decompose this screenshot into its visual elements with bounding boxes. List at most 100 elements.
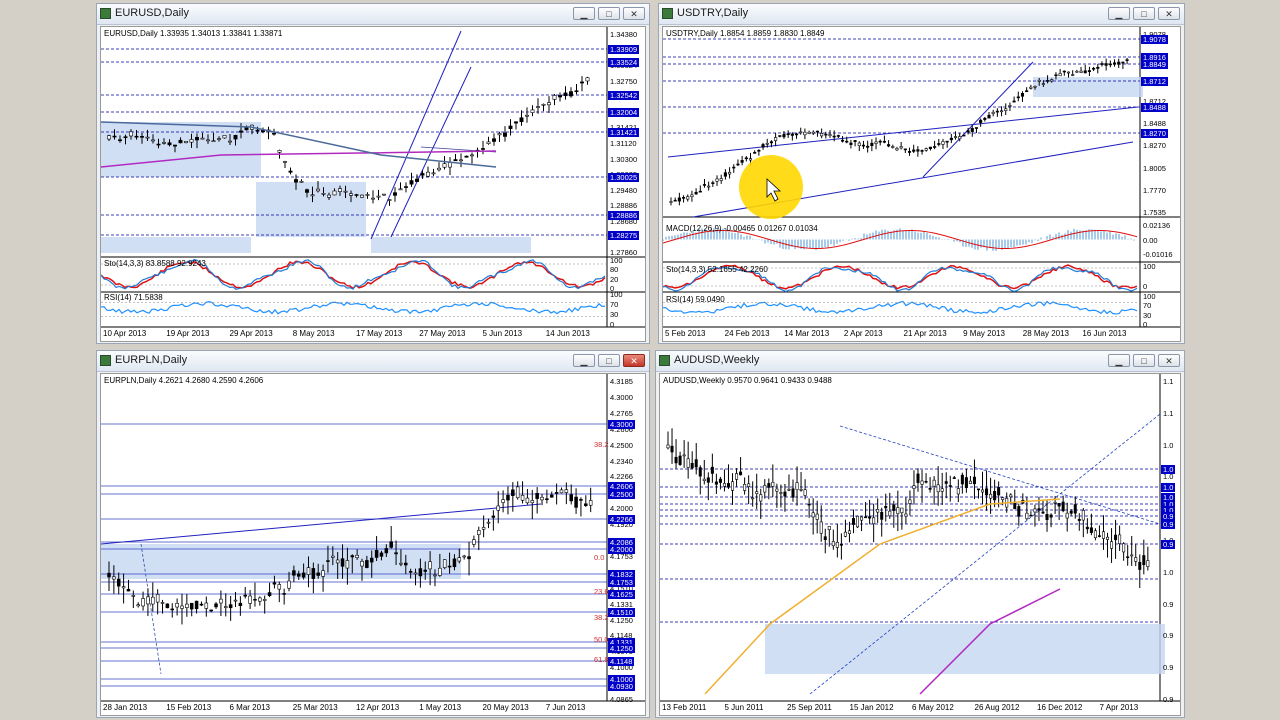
time-scale-label: 14 Jun 2013 bbox=[545, 329, 590, 338]
chart-canvas[interactable]: EURUSD,Daily 1.33935 1.34013 1.33841 1.3… bbox=[100, 26, 646, 342]
window-titlebar[interactable]: EURPLN,Daily ▁ □ ✕ bbox=[97, 351, 649, 372]
window-titlebar[interactable]: EURUSD,Daily ▁ □ ✕ bbox=[97, 4, 649, 25]
candle-body bbox=[141, 598, 145, 607]
candle-body bbox=[258, 597, 262, 602]
price-scale-label: 0.9 bbox=[1163, 695, 1174, 704]
candle-body bbox=[1020, 93, 1025, 97]
fibonacci-level-label: 50.0 bbox=[594, 635, 609, 644]
chart-window-icon bbox=[662, 8, 673, 19]
candle-body bbox=[369, 557, 374, 563]
candle-body bbox=[694, 459, 698, 468]
candle-body bbox=[486, 521, 491, 524]
candle-body bbox=[389, 541, 393, 548]
minimize-button[interactable]: ▁ bbox=[573, 7, 595, 20]
candle-body bbox=[399, 562, 403, 565]
candle-body bbox=[506, 494, 510, 501]
candle-body bbox=[486, 141, 491, 144]
maximize-button[interactable]: □ bbox=[598, 7, 620, 20]
candle-body bbox=[374, 550, 379, 558]
candle-body bbox=[345, 560, 350, 569]
time-scale-label: 2 Apr 2013 bbox=[843, 329, 883, 338]
candle-body bbox=[112, 576, 116, 580]
close-button[interactable]: ✕ bbox=[623, 7, 645, 20]
price-level-tag: 4.2500 bbox=[608, 490, 635, 499]
chart-canvas[interactable]: EURPLN,Daily 4.2621 4.2680 4.2590 4.2606… bbox=[100, 373, 646, 716]
maximize-button[interactable]: □ bbox=[598, 354, 620, 367]
minimize-button[interactable]: ▁ bbox=[1108, 7, 1130, 20]
candle-body bbox=[321, 570, 325, 577]
chart-window-usdtry[interactable]: USDTRY,Daily ▁ □ ✕ USDTRY,Daily 1.8854 1… bbox=[658, 3, 1185, 344]
chart-canvas[interactable]: USDTRY,Daily 1.8854 1.8859 1.8830 1.8849… bbox=[662, 26, 1181, 342]
candle-body bbox=[224, 606, 228, 608]
candle-body bbox=[140, 136, 144, 138]
window-titlebar[interactable]: AUDUSD,Weekly ▁ □ ✕ bbox=[656, 351, 1184, 372]
maximize-button[interactable]: □ bbox=[1133, 7, 1155, 20]
indicator-scale-label: 100 bbox=[610, 256, 623, 265]
candle-body bbox=[912, 149, 916, 152]
time-scale-label: 1 May 2013 bbox=[419, 703, 462, 712]
candle-body bbox=[316, 188, 320, 192]
chart-window-eurusd[interactable]: EURUSD,Daily ▁ □ ✕ EURUSD,Daily 1.33935 … bbox=[96, 3, 650, 344]
price-scale-label: 1.30300 bbox=[610, 154, 638, 164]
candle-body bbox=[299, 180, 304, 183]
candle-body bbox=[415, 178, 419, 182]
candle-body bbox=[702, 184, 707, 186]
candle-body bbox=[549, 494, 554, 498]
candle-body bbox=[835, 542, 839, 548]
candle-body bbox=[448, 162, 452, 168]
candle-body bbox=[681, 197, 686, 199]
candle-body bbox=[715, 178, 719, 182]
price-level-tag: 4.1250 bbox=[608, 644, 635, 653]
candle-body bbox=[1061, 501, 1065, 512]
chart-window-audusd[interactable]: AUDUSD,Weekly ▁ □ ✕ AUDUSD,Weekly 0.9570… bbox=[655, 350, 1185, 718]
candle-body bbox=[960, 474, 964, 485]
candle-body bbox=[584, 503, 588, 506]
price-scale-label: 1.1 bbox=[1163, 408, 1174, 418]
window-titlebar[interactable]: USDTRY,Daily ▁ □ ✕ bbox=[659, 4, 1184, 25]
candle-body bbox=[418, 568, 423, 577]
indicator-scale-label: 0.00 bbox=[1143, 235, 1158, 245]
candle-body bbox=[1075, 70, 1079, 73]
price-level-tag: 1.9078 bbox=[1141, 35, 1168, 44]
candle-body bbox=[277, 149, 282, 153]
candle-body bbox=[558, 95, 562, 98]
price-scale-label: 0.9 bbox=[1163, 599, 1174, 609]
candle-body bbox=[338, 188, 342, 192]
candle-body bbox=[694, 192, 698, 195]
chart-canvas[interactable]: AUDUSD,Weekly 0.9570 0.9641 0.9433 0.948… bbox=[659, 373, 1181, 716]
candle-body bbox=[379, 552, 384, 557]
support-zone bbox=[101, 237, 251, 253]
candle-body bbox=[941, 141, 945, 145]
candle-body bbox=[195, 136, 199, 141]
rsi-line bbox=[663, 300, 1138, 315]
minimize-button[interactable]: ▁ bbox=[1108, 354, 1130, 367]
maximize-button[interactable]: □ bbox=[1133, 354, 1155, 367]
chart-window-eurpln[interactable]: EURPLN,Daily ▁ □ ✕ EURPLN,Daily 4.2621 4… bbox=[96, 350, 650, 718]
candle-body bbox=[426, 171, 430, 177]
candle-body bbox=[763, 485, 767, 493]
candle-body bbox=[899, 146, 903, 149]
indicator-scale-label: 0 bbox=[1143, 282, 1148, 291]
candle-body bbox=[896, 507, 900, 515]
candle-body bbox=[1100, 63, 1104, 65]
candle-body bbox=[987, 114, 991, 119]
candle-body bbox=[112, 135, 117, 138]
time-scale-label: 19 Apr 2013 bbox=[166, 329, 210, 338]
candle-body bbox=[743, 483, 747, 491]
candle-body bbox=[864, 516, 868, 519]
candle-body bbox=[1009, 494, 1013, 498]
candle-body bbox=[355, 554, 359, 558]
candle-body bbox=[823, 536, 827, 541]
close-button[interactable]: ✕ bbox=[623, 354, 645, 367]
candle-body bbox=[354, 194, 359, 196]
close-button[interactable]: ✕ bbox=[1158, 354, 1180, 367]
candle-body bbox=[214, 603, 218, 608]
close-button[interactable]: ✕ bbox=[1158, 7, 1180, 20]
candle-body bbox=[563, 92, 568, 97]
candle-body bbox=[219, 598, 223, 604]
candle-body bbox=[282, 593, 286, 595]
time-scale-label: 25 Mar 2013 bbox=[292, 703, 338, 712]
candle-body bbox=[964, 477, 968, 489]
minimize-button[interactable]: ▁ bbox=[573, 354, 595, 367]
candle-body bbox=[791, 488, 795, 498]
